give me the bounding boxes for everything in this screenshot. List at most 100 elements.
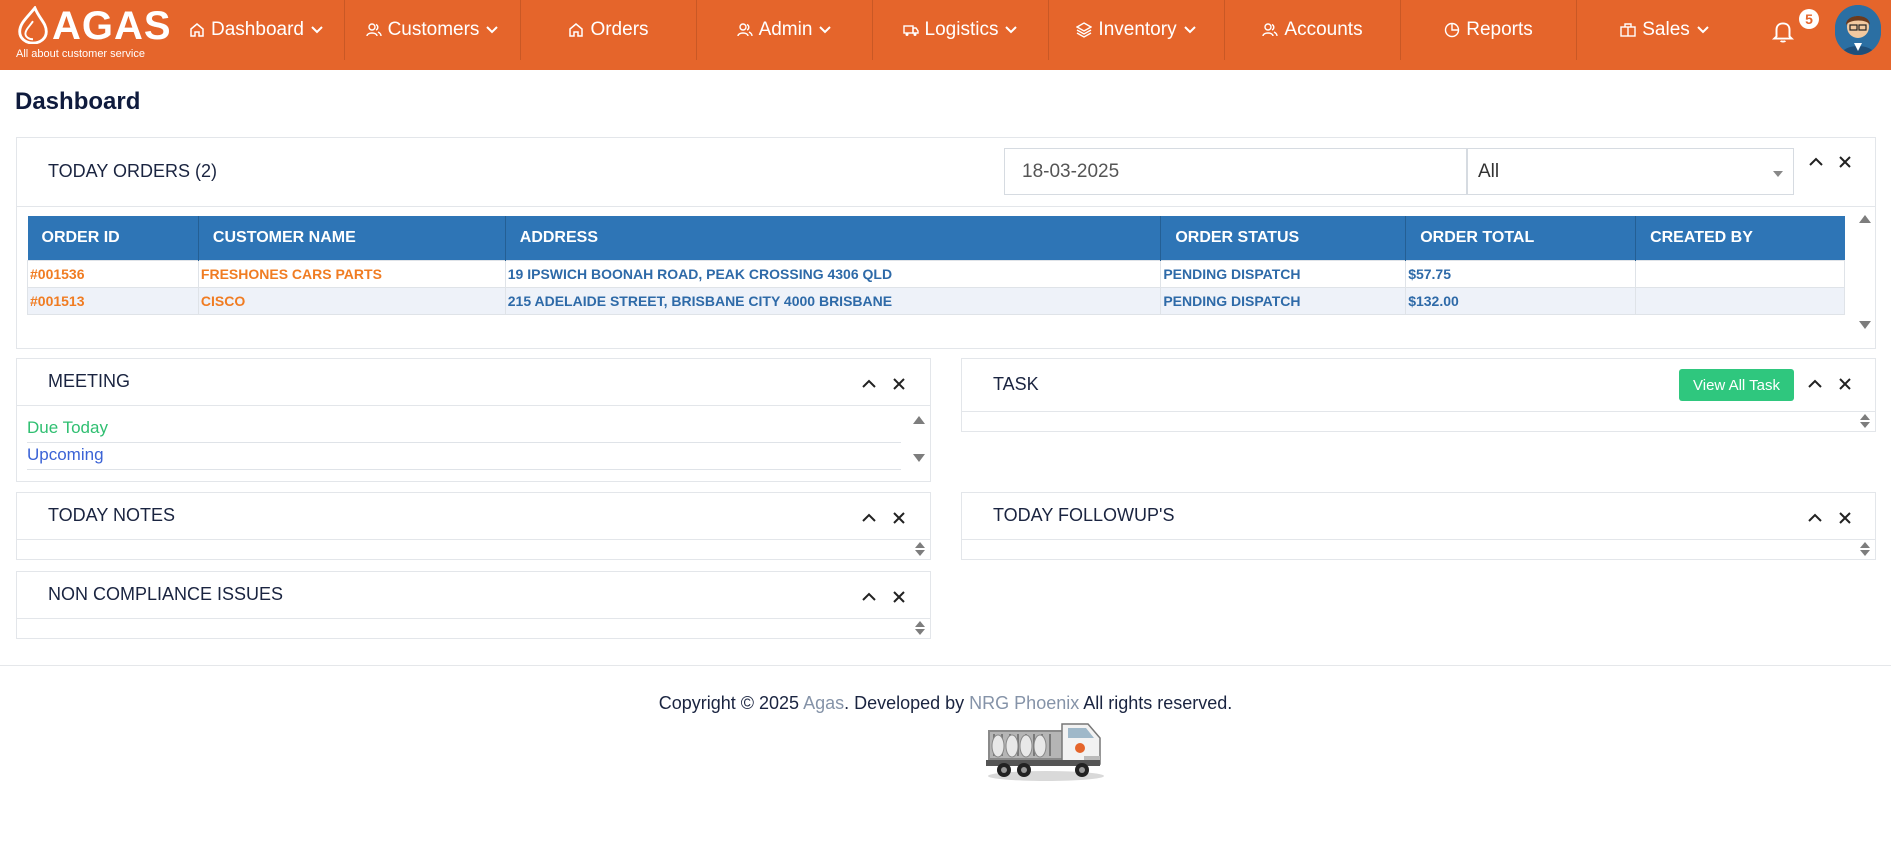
created-by-cell — [1635, 259, 1845, 288]
task-scrollbar[interactable] — [1860, 414, 1872, 428]
followups-scrollbar[interactable] — [1860, 542, 1872, 556]
home-icon — [569, 23, 584, 37]
close-icon — [893, 591, 905, 603]
scroll-up-icon[interactable] — [915, 542, 925, 548]
close-followups-button[interactable] — [1835, 508, 1855, 528]
nav-inventory[interactable]: Inventory — [1049, 0, 1225, 60]
order-id-cell[interactable]: #001536 — [27, 259, 199, 288]
chevron-up-icon — [1808, 513, 1822, 522]
order-total-cell: $57.75 — [1405, 259, 1637, 288]
home-icon — [190, 23, 204, 37]
brand-tagline: All about customer service — [16, 48, 145, 60]
truck-icon — [902, 25, 919, 36]
today-orders-title: TODAY ORDERS (2) — [48, 161, 218, 181]
nav-logistics[interactable]: Logistics — [873, 0, 1049, 60]
scroll-down-icon[interactable] — [913, 454, 925, 462]
layers-icon — [1076, 22, 1093, 38]
scroll-up-icon[interactable] — [913, 416, 925, 424]
notes-scrollbar[interactable] — [915, 542, 927, 556]
order-id-cell[interactable]: #001513 — [27, 286, 199, 315]
collapse-orders-button[interactable] — [1806, 152, 1826, 172]
top-navbar: AGAS All about customer service Dashboar… — [0, 0, 1891, 70]
order-total-cell: $132.00 — [1405, 286, 1637, 315]
order-filter-value: All — [1478, 160, 1500, 182]
scroll-up-icon[interactable] — [915, 621, 925, 627]
footer-brand-link[interactable]: Agas — [803, 693, 844, 713]
chevron-down-icon — [1183, 26, 1196, 34]
notification-count-badge: 5 — [1799, 9, 1819, 29]
user-avatar[interactable] — [1835, 5, 1881, 55]
due-today-link[interactable]: Due Today — [27, 418, 108, 438]
collapse-task-button[interactable] — [1805, 374, 1825, 394]
chevron-up-icon — [1808, 379, 1822, 388]
close-notes-button[interactable] — [889, 508, 909, 528]
scroll-up-icon[interactable] — [1860, 414, 1870, 420]
customer-name-cell[interactable]: FRESHONES CARS PARTS — [197, 259, 506, 288]
caret-down-icon — [1773, 171, 1783, 177]
nav-customers[interactable]: Customers — [345, 0, 521, 60]
address-cell: 19 IPSWICH BOONAH ROAD, PEAK CROSSING 43… — [504, 259, 1162, 288]
customer-name-cell[interactable]: CISCO — [197, 286, 506, 315]
order-status-cell: PENDING DISPATCH — [1160, 286, 1407, 315]
upcoming-link[interactable]: Upcoming — [27, 445, 104, 465]
order-filter-select[interactable]: All — [1467, 148, 1794, 195]
chevron-down-icon — [1697, 26, 1709, 34]
orders-scrollbar[interactable] — [1859, 215, 1873, 329]
scroll-up-icon[interactable] — [1859, 215, 1871, 223]
order-date-input[interactable] — [1004, 148, 1467, 195]
close-compliance-button[interactable] — [889, 587, 909, 607]
pie-chart-icon — [1445, 22, 1460, 38]
column-header[interactable]: ORDER STATUS — [1160, 216, 1407, 260]
close-icon — [893, 378, 905, 390]
nav-accounts-label: Accounts — [1284, 19, 1363, 40]
collapse-notes-button[interactable] — [859, 508, 879, 528]
today-orders-table: ORDER ID CUSTOMER NAME ADDRESS ORDER STA… — [27, 216, 1845, 315]
column-header[interactable]: ORDER ID — [27, 216, 199, 260]
nav-orders[interactable]: Orders — [521, 0, 697, 60]
collapse-followups-button[interactable] — [1805, 508, 1825, 528]
close-meeting-button[interactable] — [889, 374, 909, 394]
close-task-button[interactable] — [1835, 374, 1855, 394]
nav-reports-label: Reports — [1466, 19, 1533, 40]
table-header-row: ORDER ID CUSTOMER NAME ADDRESS ORDER STA… — [27, 216, 1845, 260]
chevron-down-icon — [1005, 26, 1018, 34]
divider — [27, 442, 901, 443]
users-icon — [365, 23, 382, 37]
flame-drop-icon — [18, 6, 48, 44]
non-compliance-header: NON COMPLIANCE ISSUES — [17, 572, 930, 619]
scroll-down-icon[interactable] — [1860, 422, 1870, 428]
table-row[interactable]: #001536 FRESHONES CARS PARTS 19 IPSWICH … — [27, 259, 1845, 288]
compliance-scrollbar[interactable] — [915, 621, 927, 635]
brand-logo[interactable]: AGAS All about customer service — [10, 2, 171, 66]
collapse-compliance-button[interactable] — [859, 587, 879, 607]
scroll-down-icon[interactable] — [1859, 321, 1871, 329]
meeting-scrollbar[interactable] — [913, 416, 927, 462]
nav-sales[interactable]: Sales — [1577, 0, 1753, 60]
chevron-up-icon — [862, 379, 876, 388]
footer-developer-link[interactable]: NRG Phoenix — [969, 693, 1079, 713]
column-header[interactable]: ADDRESS — [505, 216, 1162, 260]
table-row[interactable]: #001513 CISCO 215 ADELAIDE STREET, BRISB… — [27, 286, 1845, 315]
scroll-down-icon[interactable] — [915, 629, 925, 635]
chevron-down-icon — [311, 26, 323, 34]
scroll-up-icon[interactable] — [1860, 542, 1870, 548]
divider — [27, 469, 901, 470]
nav-reports[interactable]: Reports — [1401, 0, 1577, 60]
close-orders-button[interactable] — [1835, 152, 1855, 172]
nav-accounts[interactable]: Accounts — [1225, 0, 1401, 60]
column-header[interactable]: CREATED BY — [1635, 216, 1845, 260]
view-all-task-button[interactable]: View All Task — [1679, 369, 1794, 401]
scroll-down-icon[interactable] — [1860, 550, 1870, 556]
brand-name: AGAS — [52, 4, 172, 48]
notifications-button[interactable] — [1770, 14, 1800, 46]
user-avatar-icon — [1835, 5, 1881, 55]
nav-admin[interactable]: Admin — [697, 0, 873, 60]
chevron-up-icon — [1809, 157, 1823, 166]
nav-customers-label: Customers — [387, 19, 480, 40]
column-header[interactable]: ORDER TOTAL — [1405, 216, 1637, 260]
column-header[interactable]: CUSTOMER NAME — [198, 216, 506, 260]
today-followups-header: TODAY FOLLOWUP'S — [962, 493, 1875, 540]
scroll-down-icon[interactable] — [915, 550, 925, 556]
collapse-meeting-button[interactable] — [859, 374, 879, 394]
nav-dashboard[interactable]: Dashboard — [169, 0, 345, 60]
